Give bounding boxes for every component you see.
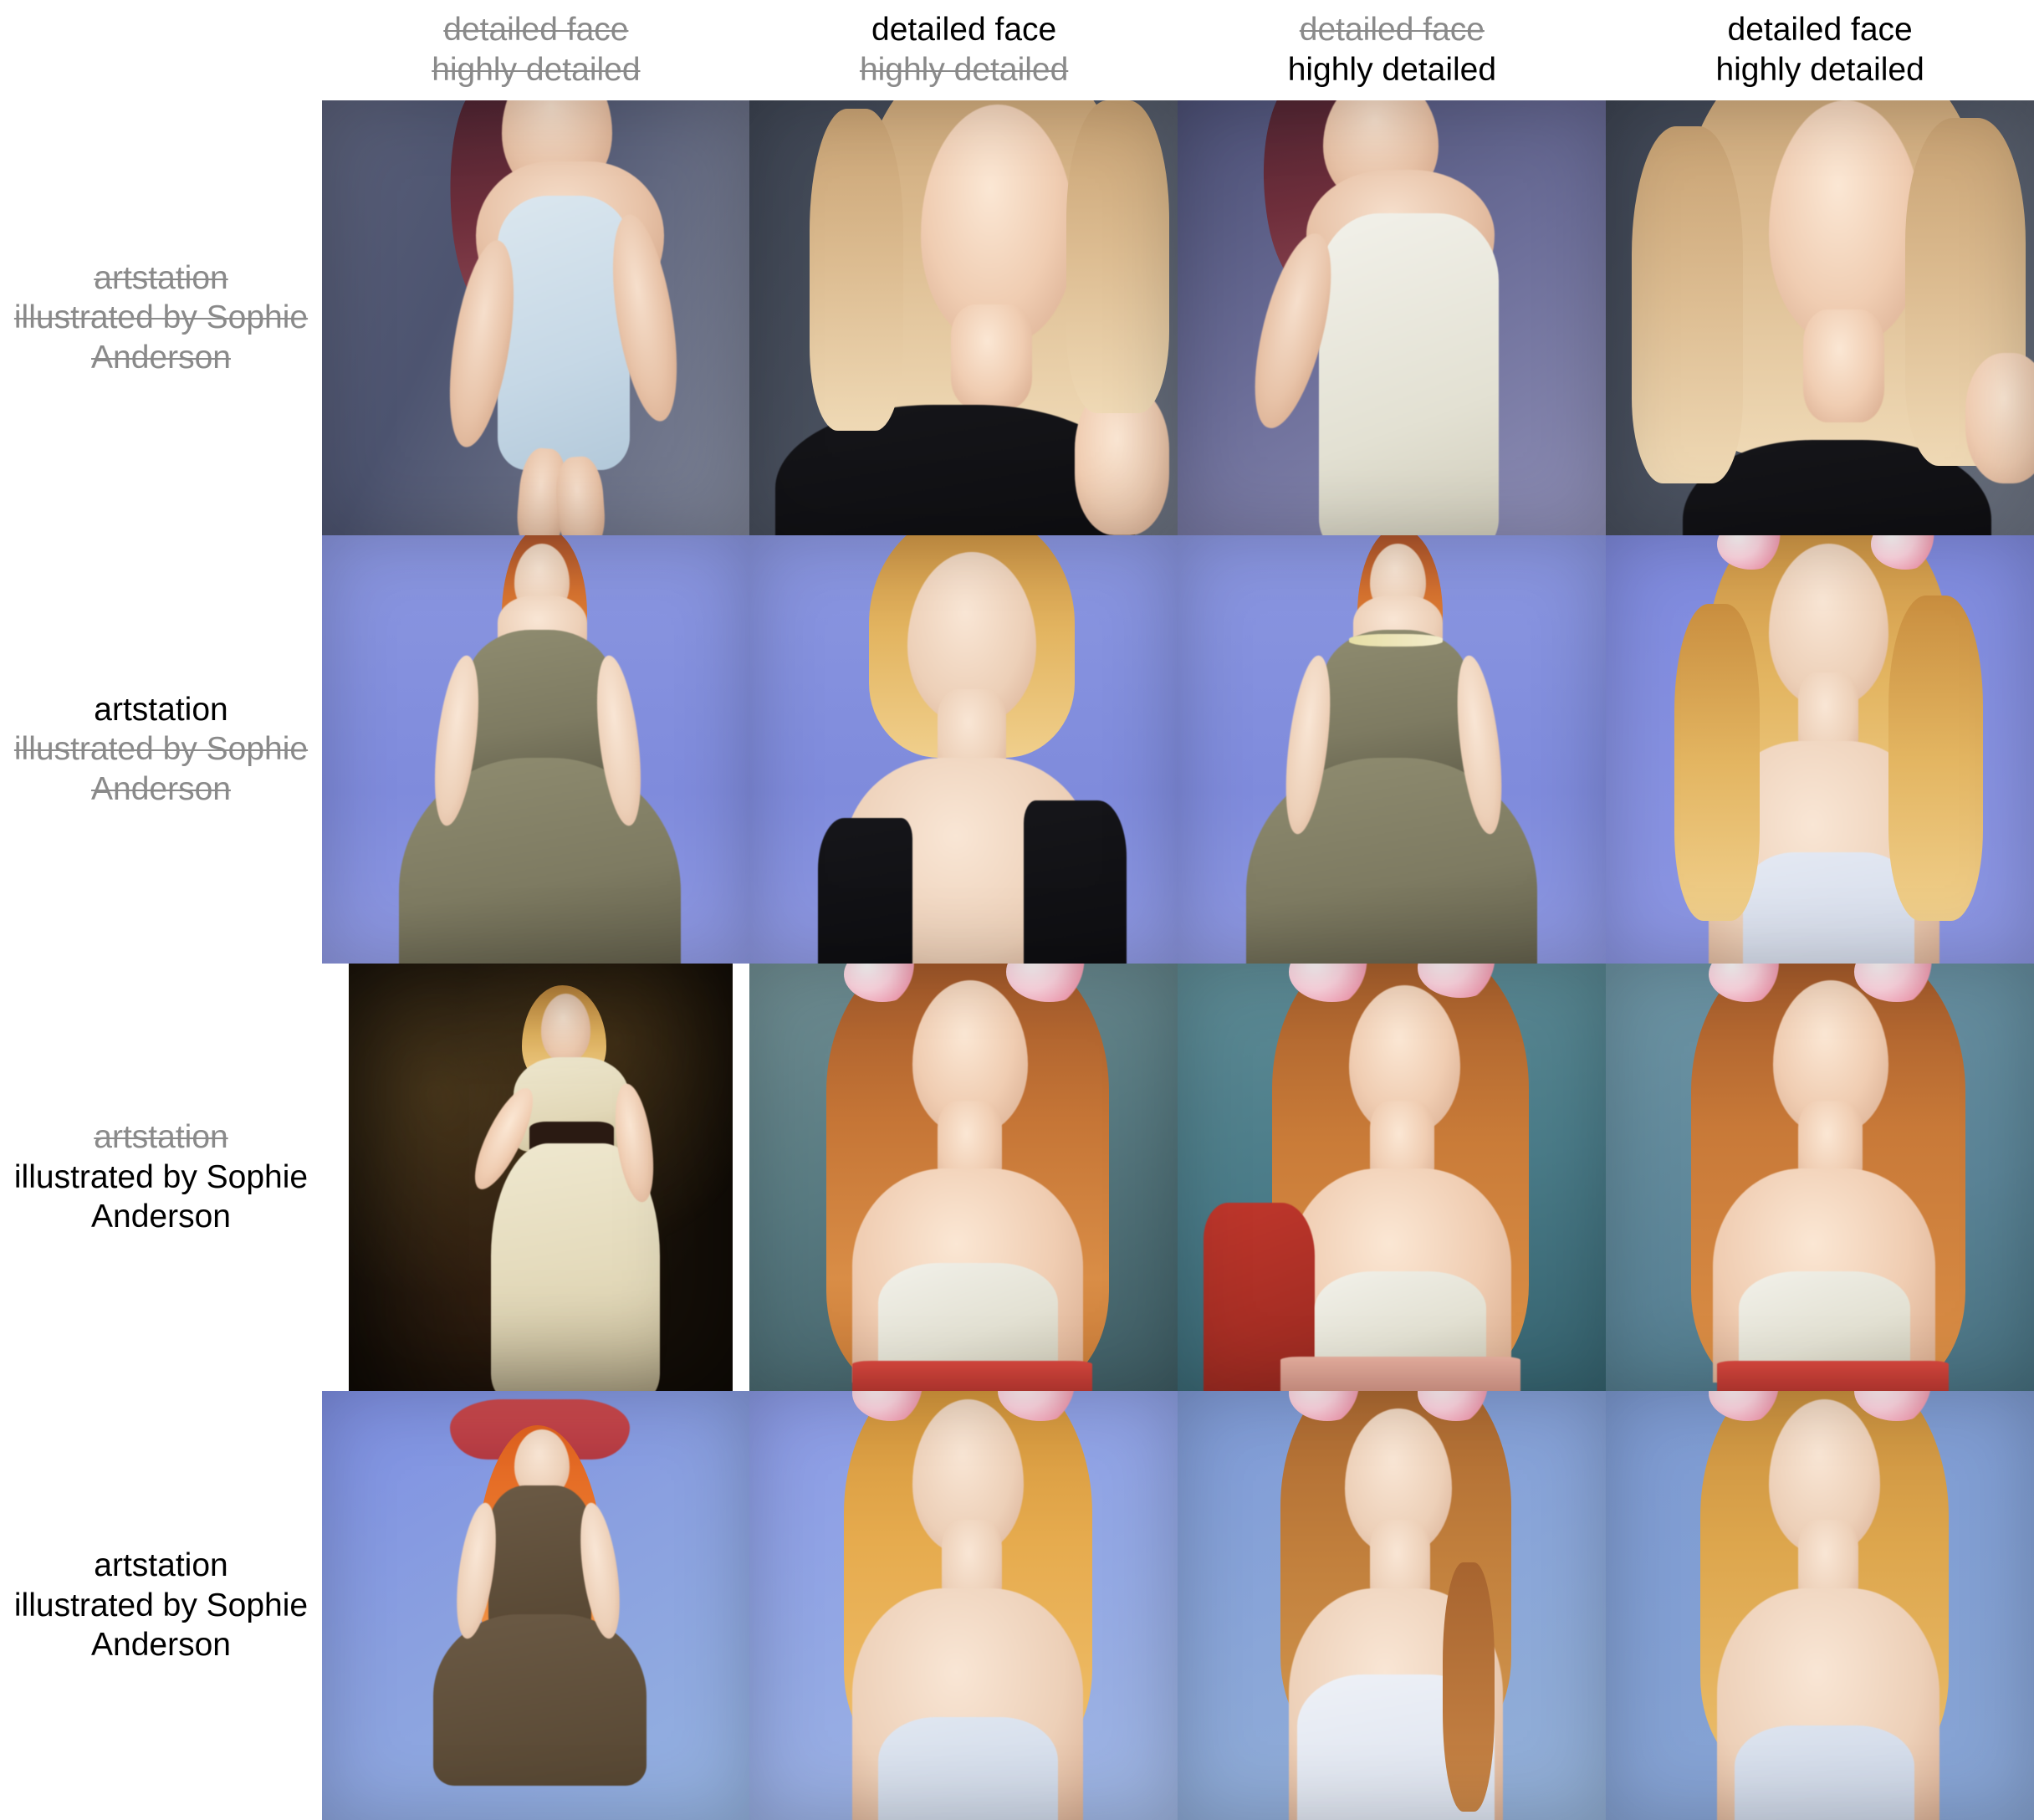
- generated-image-r2c2: [1178, 964, 1606, 1391]
- generated-image-r2c0: [349, 964, 733, 1391]
- row-header-3-line-1: illustrated by Sophie: [13, 1587, 309, 1623]
- column-header-label-3: detailed face highly detailed: [1715, 10, 1924, 89]
- generated-image-r3c3: [1606, 1391, 2034, 1820]
- row-header-2-line-0: artstation: [94, 1119, 228, 1156]
- row-header-label-1: artstation illustrated by Sophie Anderso…: [14, 690, 308, 810]
- grid-cell-r3c1[interactable]: [749, 1391, 1178, 1820]
- row-header-1-line-2: Anderson: [91, 770, 231, 807]
- grid-cell-r2c0[interactable]: [322, 964, 749, 1391]
- grid-cell-r0c2[interactable]: [1178, 100, 1606, 535]
- grid-cell-r0c1[interactable]: [749, 100, 1178, 535]
- row-header-3-line-0: artstation: [94, 1547, 228, 1584]
- column-header-3: detailed face highly detailed: [1606, 0, 2034, 100]
- generated-image-r2c1: [749, 964, 1178, 1391]
- grid-cell-r3c3[interactable]: [1606, 1391, 2034, 1820]
- column-header-3-line-1: highly detailed: [1715, 52, 1924, 88]
- grid-cell-r3c0[interactable]: [322, 1391, 749, 1820]
- column-header-1-line-1: highly detailed: [859, 52, 1069, 88]
- row-header-1: artstation illustrated by Sophie Anderso…: [0, 535, 322, 964]
- grid-cell-r2c2[interactable]: [1178, 964, 1606, 1391]
- column-header-0: detailed face highly detailed: [322, 0, 750, 100]
- column-header-2-line-1: highly detailed: [1287, 52, 1497, 88]
- column-header-2-line-0: detailed face: [1299, 12, 1485, 49]
- generated-image-r1c3: [1606, 535, 2034, 964]
- generated-image-r1c2: [1178, 535, 1606, 964]
- row-header-0-line-0: artstation: [94, 259, 228, 296]
- column-header-label-0: detailed face highly detailed: [432, 10, 640, 89]
- row-header-3-line-2: Anderson: [91, 1627, 231, 1664]
- column-header-row: detailed face highly detailed detailed f…: [322, 0, 2034, 100]
- generated-image-r1c1: [749, 535, 1178, 964]
- row-header-0: artstation illustrated by Sophie Anderso…: [0, 100, 322, 535]
- column-header-label-2: detailed face highly detailed: [1288, 10, 1496, 89]
- row-header-2-line-2: Anderson: [91, 1199, 231, 1235]
- column-header-3-line-0: detailed face: [1727, 12, 1913, 49]
- row-header-1-line-1: illustrated by Sophie: [13, 731, 309, 768]
- column-header-1: detailed face highly detailed: [750, 0, 1178, 100]
- grid-cell-r1c3[interactable]: [1606, 535, 2034, 964]
- row-header-3: artstation illustrated by Sophie Anderso…: [0, 1391, 322, 1820]
- generated-image-r0c1: [749, 100, 1178, 535]
- grid-cell-r1c0[interactable]: [322, 535, 749, 964]
- grid-cell-r0c0[interactable]: [322, 100, 749, 535]
- grid-cell-r0c3[interactable]: [1606, 100, 2034, 535]
- generated-image-r3c1: [749, 1391, 1178, 1820]
- row-header-0-line-2: Anderson: [91, 339, 231, 376]
- row-header-1-line-0: artstation: [94, 691, 228, 728]
- grid-cell-r1c1[interactable]: [749, 535, 1178, 964]
- generated-image-r3c2: [1178, 1391, 1606, 1820]
- grid-cell-r2c1[interactable]: [749, 964, 1178, 1391]
- xy-plot-grid: detailed face highly detailed detailed f…: [0, 0, 2034, 1820]
- row-header-2: artstation illustrated by Sophie Anderso…: [0, 964, 322, 1391]
- generated-image-r0c0: [322, 100, 749, 535]
- row-header-label-3: artstation illustrated by Sophie Anderso…: [14, 1546, 308, 1665]
- generated-image-r1c0: [322, 535, 749, 964]
- row-header-column: artstation illustrated by Sophie Anderso…: [0, 100, 322, 1820]
- grid-cell-r1c2[interactable]: [1178, 535, 1606, 964]
- row-header-label-0: artstation illustrated by Sophie Anderso…: [14, 258, 308, 378]
- row-header-label-2: artstation illustrated by Sophie Anderso…: [14, 1117, 308, 1237]
- grid-cell-r2c3[interactable]: [1606, 964, 2034, 1391]
- generated-image-r0c2: [1178, 100, 1606, 535]
- generated-image-r3c0: [322, 1391, 749, 1820]
- grid-cell-r3c2[interactable]: [1178, 1391, 1606, 1820]
- generated-image-r2c3: [1606, 964, 2034, 1391]
- row-header-0-line-1: illustrated by Sophie: [13, 299, 309, 336]
- generated-image-r0c3: [1606, 100, 2034, 535]
- row-header-2-line-1: illustrated by Sophie: [13, 1158, 309, 1195]
- column-header-label-1: detailed face highly detailed: [860, 10, 1068, 89]
- column-header-1-line-0: detailed face: [871, 12, 1057, 49]
- column-header-0-line-1: highly detailed: [432, 52, 641, 88]
- image-grid: [322, 100, 2034, 1820]
- column-header-2: detailed face highly detailed: [1178, 0, 1607, 100]
- column-header-0-line-0: detailed face: [443, 12, 629, 49]
